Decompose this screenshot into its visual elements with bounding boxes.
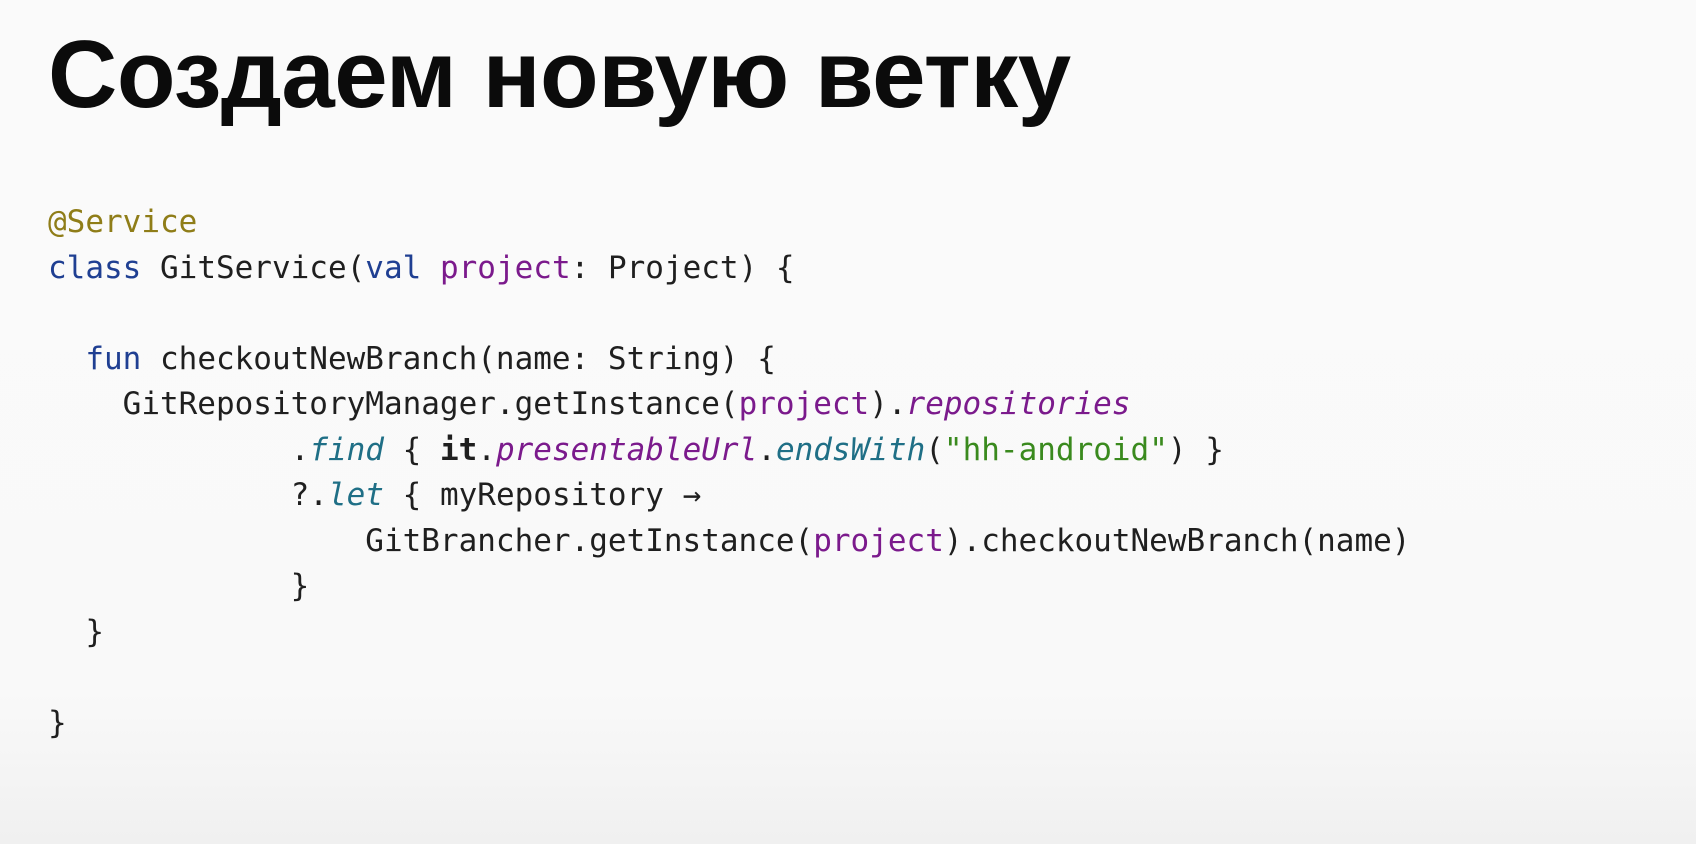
brace-class-close: } — [48, 704, 67, 741]
class-name-token: GitService( — [141, 249, 366, 286]
brace-fun-close: } — [85, 613, 104, 650]
safe-call-token: ?. — [290, 477, 328, 513]
function-signature: checkoutNewBranch(name: String) { — [141, 340, 776, 377]
brancher-call-token: GitBrancher.getInstance( — [365, 522, 814, 559]
extension-let: let — [327, 477, 384, 513]
code-line-10: } — [48, 610, 1410, 656]
code-line-2: class GitService(val project: Project) { — [48, 246, 1410, 292]
code-line-blank-2 — [48, 655, 1410, 701]
property-project: project — [439, 249, 571, 286]
code-line-7: ?.let { myRepository → — [48, 473, 1410, 519]
dot-token-3: . — [757, 431, 776, 468]
argument-project-2: project — [813, 522, 944, 559]
let-body-token: { myRepository → — [383, 477, 702, 513]
extension-find: find — [309, 431, 384, 468]
find-close-token: ) } — [1167, 431, 1224, 468]
property-presentable-url: presentableUrl — [495, 431, 758, 468]
code-line-6: .find { it.presentableUrl.endsWith("hh-a… — [48, 428, 1410, 474]
keyword-val: val — [365, 249, 422, 286]
argument-project-1: project — [738, 386, 870, 422]
manager-call-token: GitRepositoryManager.getInstance( — [122, 386, 739, 422]
code-line-blank-1 — [48, 291, 1410, 337]
it-keyword: it — [439, 431, 478, 468]
close-paren-dot: ). — [869, 386, 907, 422]
extension-ends-with: endsWith — [775, 431, 926, 468]
code-line-9: } — [48, 564, 1410, 610]
dot-token-1: . — [290, 431, 310, 468]
keyword-fun: fun — [85, 340, 142, 377]
keyword-class: class — [48, 249, 142, 286]
dot-token-2: . — [477, 431, 496, 468]
slide-title: Создаем новую ветку — [48, 21, 1071, 128]
string-literal: "hh-android" — [943, 431, 1168, 468]
brancher-rest-token: ).checkoutNewBranch(name) — [943, 522, 1411, 559]
annotation-token: @Service — [48, 204, 198, 240]
constructor-rest: : Project) { — [570, 249, 795, 286]
code-line-12: } — [48, 701, 1410, 747]
property-repositories: repositories — [906, 386, 1131, 422]
code-line-8: GitBrancher.getInstance(project).checkou… — [48, 519, 1410, 565]
code-line-1: @Service — [48, 200, 1410, 246]
slide: Создаем новую ветку @Service class GitSe… — [0, 0, 1696, 844]
code-line-5: GitRepositoryManager.getInstance(project… — [48, 382, 1410, 428]
find-open-token: { — [383, 431, 440, 468]
code-block: @Service class GitService(val project: P… — [48, 200, 1410, 746]
brace-let-close: } — [290, 568, 310, 604]
ends-with-open-token: ( — [925, 431, 944, 468]
code-line-4: fun checkoutNewBranch(name: String) { — [48, 337, 1410, 383]
